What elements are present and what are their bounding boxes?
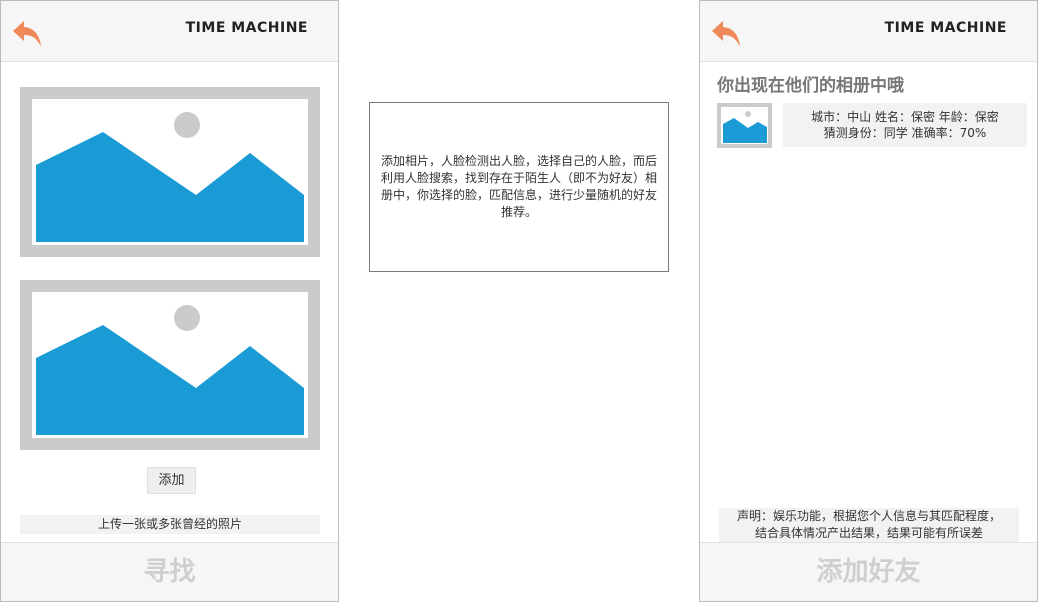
- photo-slot-1[interactable]: [20, 87, 320, 257]
- feature-description-box: 添加相片，人脸检测出人脸，选择自己的人脸，而后利用人脸搜索，找到存在于陌生人（即…: [369, 102, 669, 272]
- app-logo: TIME MACHINE: [185, 20, 308, 36]
- add-photo-button[interactable]: 添加: [147, 467, 196, 494]
- match-info: 城市：中山 姓名：保密 年龄：保密 猜测身份：同学 准确率：70%: [783, 103, 1027, 147]
- find-screen: TIME MACHINE 添加 上传一张或多张曾经的照片 寻找: [0, 0, 339, 602]
- back-arrow-icon[interactable]: [709, 17, 745, 53]
- back-arrow-icon[interactable]: [10, 17, 46, 53]
- photo-slot-2[interactable]: [20, 280, 320, 450]
- result-screen: TIME MACHINE 你出现在他们的相册中哦 城市：中山 姓名：保密 年龄：…: [699, 0, 1038, 602]
- image-placeholder-icon: [723, 111, 767, 143]
- upload-hint: 上传一张或多张曾经的照片: [20, 515, 320, 534]
- add-friend-button[interactable]: 添加好友: [700, 542, 1037, 601]
- find-button[interactable]: 寻找: [1, 542, 338, 601]
- header-bar: TIME MACHINE: [700, 1, 1037, 62]
- image-placeholder-icon: [36, 112, 304, 242]
- feature-description: 添加相片，人脸检测出人脸，选择自己的人脸，而后利用人脸搜索，找到存在于陌生人（即…: [380, 154, 657, 219]
- image-placeholder-icon: [36, 305, 304, 435]
- result-title: 你出现在他们的相册中哦: [717, 76, 904, 96]
- match-info-line-1: 城市：中山 姓名：保密 年龄：保密: [811, 110, 999, 124]
- disclaimer-line-2: 结合具体情况产出结果，结果可能有所误差: [754, 526, 983, 540]
- disclaimer-line-1: 声明：娱乐功能，根据您个人信息与其匹配程度，: [736, 509, 1001, 523]
- header-bar: TIME MACHINE: [1, 1, 338, 62]
- disclaimer: 声明：娱乐功能，根据您个人信息与其匹配程度， 结合具体情况产出结果，结果可能有所…: [719, 508, 1019, 542]
- match-info-line-2: 猜测身份：同学 准确率：70%: [823, 126, 987, 140]
- match-thumbnail[interactable]: [717, 103, 772, 148]
- app-logo: TIME MACHINE: [884, 20, 1007, 36]
